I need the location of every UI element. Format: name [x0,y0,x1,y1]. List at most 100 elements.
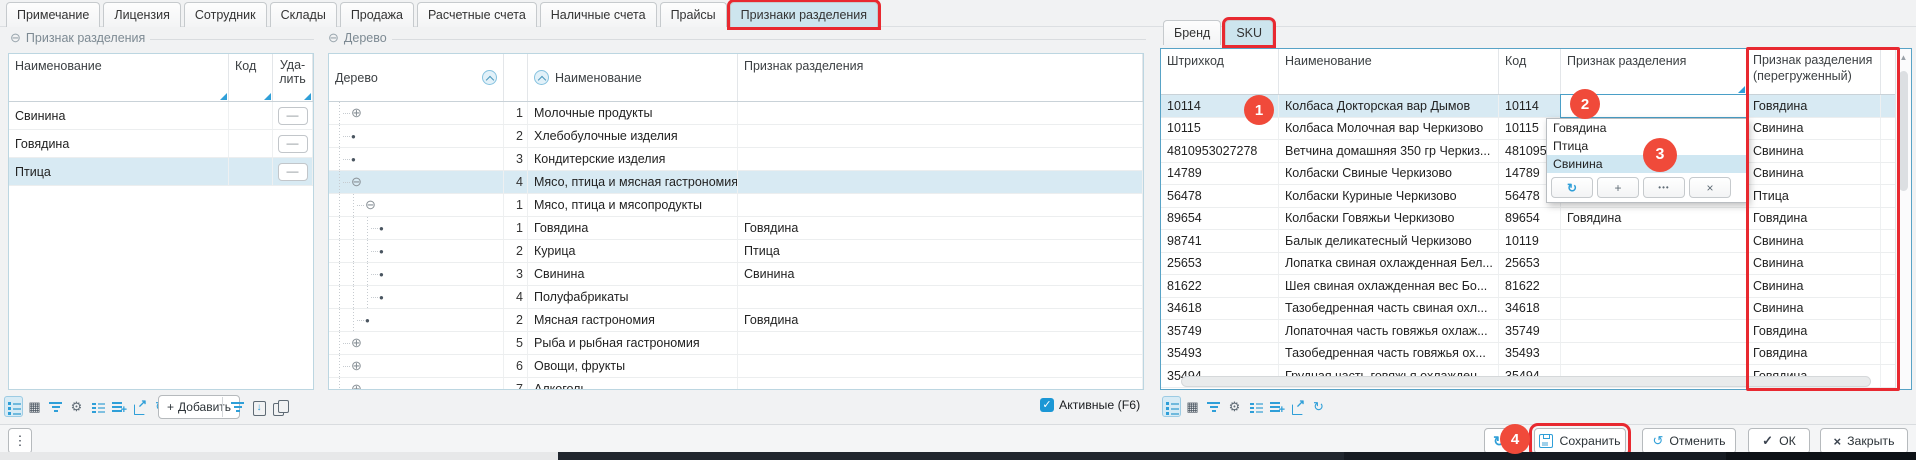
tree-node-icon[interactable]: ⊖ [351,174,362,190]
external-link-icon[interactable] [130,396,149,417]
filter-icon[interactable] [46,396,65,417]
main-tab[interactable]: Продажа [340,2,414,27]
main-tab[interactable]: Признаки разделения [730,2,878,27]
delete-row-button[interactable]: — [278,163,308,181]
column-header-code[interactable]: Код [229,54,273,101]
list-add-icon[interactable] [109,396,128,417]
column-header-code[interactable]: Код [1499,49,1561,94]
tree-row[interactable]: ⊖ 1 Мясо, птица и мясопродукты [329,194,1143,217]
main-tab[interactable]: Наличные счета [540,2,657,27]
sku-row[interactable]: 25653 Лопатка свиная охлажденная Бел... … [1161,253,1911,276]
tree-node-icon[interactable]: ● [379,270,384,279]
save-button[interactable]: Сохранить [1534,428,1626,454]
column-header-name[interactable]: Наименование [9,54,229,101]
cancel-button[interactable]: ↺ Отменить [1642,428,1736,454]
flag-cell[interactable] [1561,230,1747,252]
sku-row[interactable]: 4810953027278 Ветчина домашняя 350 гр Че… [1161,140,1911,163]
flag-cell[interactable] [1561,320,1747,342]
sku-tab[interactable]: Бренд [1163,20,1221,45]
sku-row[interactable]: 89654 Колбаски Говяжьи Черкизово 89654 Г… [1161,208,1911,231]
flag-edit-input[interactable] [1560,94,1747,118]
scrollbar-thumb[interactable] [1899,71,1908,191]
sku-row[interactable]: 34618 Тазобедренная часть свиная охл... … [1161,298,1911,321]
tree-row[interactable]: ⊕ 7 Алкоголь [329,378,1143,390]
column-header-barcode[interactable]: Штрихкод [1161,49,1279,94]
list-settings-icon[interactable] [4,396,23,417]
sku-row[interactable]: 98741 Балык деликатесный Черкизово 10119… [1161,230,1911,253]
sku-row[interactable]: 10115 Колбаса Молочная вар Черкизово 101… [1161,118,1911,141]
vertical-scrollbar[interactable]: ▲ [1895,49,1911,389]
sort-ascending-icon[interactable] [482,70,497,85]
sku-row[interactable]: 35749 Лопаточная часть говяжья охлаж... … [1161,320,1911,343]
tree-node-icon[interactable]: ⊕ [351,381,362,390]
tree-row[interactable]: ● 2 Хлебобулочные изделия [329,125,1143,148]
active-checkbox[interactable]: ✓ [1040,398,1054,412]
tree-node-icon[interactable]: ⊕ [351,105,362,121]
tree-node-icon[interactable]: ● [379,247,384,256]
more-options-icon[interactable]: ••• [1643,177,1685,198]
tree-node-icon[interactable]: ● [379,224,384,233]
filter-icon[interactable] [1204,396,1223,417]
sync-icon[interactable]: ↻ [1309,396,1328,417]
tree-node-icon[interactable]: ● [379,293,384,302]
main-tab[interactable]: Примечание [6,2,100,27]
delete-row-button[interactable]: — [278,135,308,153]
delete-row-button[interactable]: — [278,107,308,125]
column-header-flag-overloaded[interactable]: Признак разделения (перегруженный) [1747,49,1881,94]
sku-row[interactable]: 35493 Тазобедренная часть говяжья ох... … [1161,343,1911,366]
dropdown-item[interactable]: Свинина [1547,155,1747,173]
horizontal-scrollbar[interactable] [1181,376,1871,387]
tree-row[interactable]: ⊕ 6 Овощи, фрукты [329,355,1143,378]
tree-row[interactable]: ● 2 Мясная гастрономия Говядина [329,309,1143,332]
gear-icon[interactable]: ⚙ [1225,396,1244,417]
column-header-flag[interactable]: Признак разделения [1561,49,1747,94]
collapse-all-icon[interactable] [249,396,268,417]
column-header-name[interactable]: Наименование [528,54,738,101]
table-row[interactable]: Птица — [9,158,313,186]
grid-icon[interactable]: ▦ [1183,396,1202,417]
column-header-flag[interactable]: Признак разделения [738,54,1143,101]
tree-row[interactable]: ● 4 Полуфабрикаты [329,286,1143,309]
column-header-delete[interactable]: Уда-лить [273,54,313,101]
scroll-up-icon[interactable]: ▲ [1896,53,1911,62]
tree-row[interactable]: ⊖ 4 Мясо, птица и мясная гастрономия [329,171,1143,194]
sort-ascending-icon[interactable] [534,70,549,85]
tree-node-icon[interactable]: ● [351,155,356,164]
tree-row[interactable]: ● 3 Кондитерские изделия [329,148,1143,171]
ok-button[interactable]: ✓ ОК [1748,428,1810,454]
sku-row[interactable]: 14789 Колбаски Свиные Черкизово 14789 Св… [1161,163,1911,186]
grid-icon[interactable]: ▦ [25,396,44,417]
numbered-list-icon[interactable] [1246,396,1265,417]
flag-cell[interactable] [1561,275,1747,297]
tree-row[interactable]: ● 3 Свинина Свинина [329,263,1143,286]
external-link-icon[interactable] [1288,396,1307,417]
sku-row[interactable]: 56478 Колбаски Куриные Черкизово 56478 П… [1161,185,1911,208]
flag-cell[interactable]: Говядина [1561,208,1747,230]
column-header-tree[interactable]: Дерево [329,54,504,101]
tree-row[interactable]: ⊕ 5 Рыба и рыбная гастрономия [329,332,1143,355]
main-tab[interactable]: Сотрудник [184,2,267,27]
list-settings-icon[interactable] [1162,396,1181,417]
filter-icon[interactable] [228,396,247,417]
close-icon[interactable]: × [1689,177,1731,198]
collapse-icon[interactable]: ⊖ [328,32,339,44]
tree-node-icon[interactable]: ● [365,316,370,325]
table-row[interactable]: Говядина — [9,130,313,158]
tree-node-icon[interactable]: ⊖ [365,197,376,213]
menu-kebab-button[interactable]: ⋮ [8,428,32,454]
refresh-button[interactable]: ↻ [1484,428,1514,454]
close-button[interactable]: × Закрыть [1820,428,1908,454]
collapse-icon[interactable]: ⊖ [10,32,21,44]
list-add-icon[interactable] [1267,396,1286,417]
flag-cell[interactable] [1561,298,1747,320]
flag-cell[interactable] [1561,253,1747,275]
tree-row[interactable]: ⊕ 1 Молочные продукты [329,102,1143,125]
tree-node-icon[interactable]: ⊕ [351,335,362,351]
gear-icon[interactable]: ⚙ [67,396,86,417]
tree-node-icon[interactable]: ● [351,132,356,141]
dropdown-item[interactable]: Птица [1547,137,1747,155]
tree-row[interactable]: ● 2 Курица Птица [329,240,1143,263]
numbered-list-icon[interactable] [88,396,107,417]
sku-row[interactable]: 81622 Шея свиная охлажденная вес Бо... 8… [1161,275,1911,298]
column-header-name[interactable]: Наименование [1279,49,1499,94]
